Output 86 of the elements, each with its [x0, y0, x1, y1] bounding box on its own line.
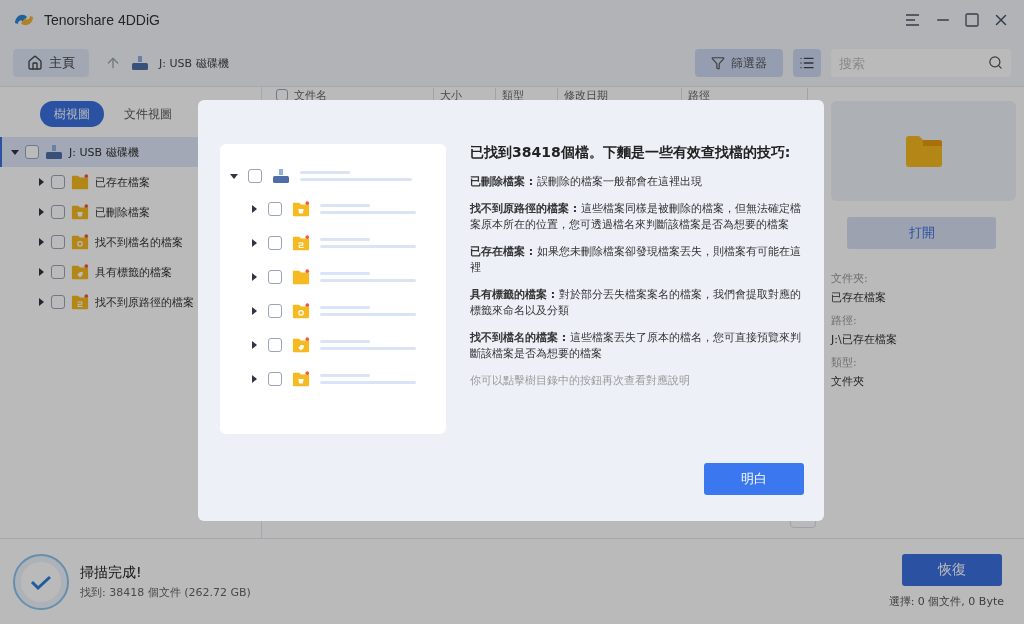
- ring-folder-icon: [71, 233, 89, 251]
- caret-icon[interactable]: [37, 178, 45, 186]
- tree-item[interactable]: 已刪除檔案: [0, 197, 261, 227]
- view-tab[interactable]: 樹視圖: [40, 101, 104, 127]
- folder-icon: [71, 173, 89, 191]
- tip-text: 已存在檔案 : 如果您未刪除檔案卻發現檔案丟失，則檔案有可能在這裡: [470, 244, 802, 276]
- caret-icon[interactable]: [250, 239, 258, 247]
- tree-item[interactable]: 找不到檔名的檔案: [0, 227, 261, 257]
- filter-icon: [711, 56, 725, 70]
- recover-button[interactable]: 恢復: [902, 554, 1002, 586]
- trash-folder-icon: [292, 200, 310, 218]
- home-icon: [27, 55, 43, 71]
- tag-folder-icon: [292, 336, 310, 354]
- field-value: 文件夾: [831, 374, 865, 389]
- view-tab[interactable]: 文件視圖: [110, 101, 186, 127]
- checkbox-icon: [268, 304, 282, 318]
- caret-icon[interactable]: [37, 268, 45, 276]
- folder-icon: [292, 268, 310, 286]
- caret-icon[interactable]: [250, 273, 258, 281]
- trash-folder-icon: [292, 370, 310, 388]
- checkbox-icon: [268, 236, 282, 250]
- caret-icon[interactable]: [250, 307, 258, 315]
- dialog-title: 已找到38418個檔。下麵是一些有效查找檔的技巧:: [470, 144, 792, 162]
- usb-drive-icon: [272, 168, 290, 184]
- usb-drive-icon: [131, 55, 149, 71]
- field-value: J:\已存在檔案: [831, 332, 898, 347]
- status-detail: 找到: 38418 個文件 (262.72 GB): [80, 584, 251, 600]
- selection-summary: 選擇: 0 個文件, 0 Byte: [888, 594, 1004, 609]
- window-title: Tenorshare 4DDiG: [44, 12, 160, 28]
- checkbox[interactable]: [51, 205, 65, 219]
- field-label: 類型:: [831, 355, 858, 370]
- placeholder-lines-icon: [320, 340, 416, 350]
- path-folder-icon: [71, 293, 89, 311]
- dialog-note: 你可以點擊樹目錄中的按鈕再次查看對應說明: [470, 373, 691, 388]
- maximize-icon[interactable]: [962, 10, 982, 30]
- placeholder-lines-icon: [320, 272, 416, 282]
- caret-icon[interactable]: [37, 298, 45, 306]
- tip-text: 找不到原路徑的檔案 : 這些檔案同樣是被刪除的檔案，但無法確定檔案原本所在的位置，您可透過檔名來判斷該檔案是否為想要的檔案: [470, 201, 802, 233]
- ok-button[interactable]: 明白: [704, 463, 804, 495]
- tree-item[interactable]: 具有標籤的檔案: [0, 257, 261, 287]
- tip-text: 已刪除檔案 : 誤刪除的檔案一般都會在這裡出現: [470, 174, 703, 190]
- trash-folder-icon: [71, 203, 89, 221]
- field-label: 路徑:: [831, 313, 858, 328]
- field-label: 文件夾:: [831, 271, 869, 286]
- ring-folder-icon: [292, 302, 310, 320]
- caret-icon[interactable]: [37, 208, 45, 216]
- checkbox[interactable]: [25, 145, 39, 159]
- usb-drive-icon: [45, 144, 63, 160]
- caret-icon[interactable]: [230, 172, 238, 180]
- placeholder-lines-icon: [320, 374, 416, 384]
- tree-item[interactable]: 找不到原路徑的檔案: [0, 287, 261, 317]
- location-label: J: USB 磁碟機: [159, 55, 229, 71]
- tip-text: 找不到檔名的檔案 : 這些檔案丟失了原本的檔名，您可直接預覽來判斷該檔案是否為想要的檔案: [470, 330, 802, 362]
- placeholder-lines-icon: [320, 306, 416, 316]
- field-value: 已存在檔案: [831, 290, 887, 305]
- home-button[interactable]: 主頁: [13, 49, 89, 77]
- placeholder-lines-icon: [300, 171, 412, 181]
- list-view-button[interactable]: [793, 49, 821, 77]
- caret-icon[interactable]: [11, 148, 19, 156]
- placeholder-lines-icon: [320, 204, 416, 214]
- checkbox-icon: [268, 372, 282, 386]
- placeholder-lines-icon: [320, 238, 416, 248]
- checkbox-icon: [268, 202, 282, 216]
- checkbox-icon: [268, 338, 282, 352]
- list-icon: [799, 55, 815, 71]
- checkbox[interactable]: [51, 175, 65, 189]
- checkbox-icon: [268, 270, 282, 284]
- caret-icon[interactable]: [250, 205, 258, 213]
- checkbox[interactable]: [276, 89, 288, 101]
- folder-icon: [904, 134, 943, 168]
- caret-icon[interactable]: [37, 238, 45, 246]
- path-folder-icon: [292, 234, 310, 252]
- checkbox[interactable]: [51, 235, 65, 249]
- checkbox[interactable]: [51, 265, 65, 279]
- checkbox[interactable]: [51, 295, 65, 309]
- open-button[interactable]: 打開: [847, 217, 996, 249]
- tag-folder-icon: [71, 263, 89, 281]
- search-icon[interactable]: [988, 55, 1003, 70]
- checkbox-icon: [248, 169, 262, 183]
- scan-complete-icon: [12, 552, 70, 611]
- status-title: 掃描完成!: [80, 563, 143, 582]
- tree-item[interactable]: 已存在檔案: [0, 167, 261, 197]
- caret-icon[interactable]: [250, 341, 258, 349]
- caret-icon[interactable]: [250, 375, 258, 383]
- tip-text: 具有標籤的檔案 : 對於部分丟失檔案案名的檔案，我們會提取對應的標籤來命名以及分類: [470, 287, 802, 319]
- filter-button[interactable]: 篩選器: [695, 49, 783, 77]
